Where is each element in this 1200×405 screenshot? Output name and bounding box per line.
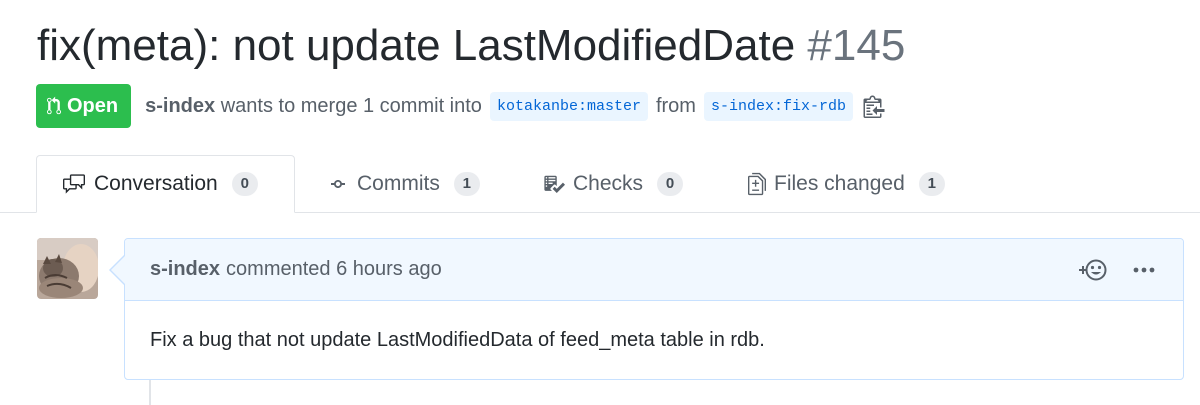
comment-timestamp[interactable]: commented 6 hours ago xyxy=(226,258,442,281)
comment-body: Fix a bug that not update LastModifiedDa… xyxy=(150,329,765,351)
git-pull-request-icon xyxy=(47,96,61,115)
tab-files-changed-label: Files changed xyxy=(774,172,905,195)
tab-files-changed[interactable]: Files changed 1 xyxy=(748,155,945,213)
tab-checks-count: 0 xyxy=(657,172,684,196)
head-branch[interactable]: s-index:fix-rdb xyxy=(703,91,853,121)
kebab-horizontal-icon[interactable] xyxy=(1133,266,1155,274)
tab-conversation[interactable]: Conversation 0 xyxy=(36,155,295,213)
comment-discussion-icon xyxy=(63,174,85,194)
merge-info: s-index wants to merge 1 commit into xyxy=(145,95,482,118)
pr-author-link[interactable]: s-index xyxy=(145,95,215,117)
tab-files-changed-count: 1 xyxy=(918,172,945,196)
checklist-icon xyxy=(544,175,565,193)
avatar[interactable] xyxy=(37,238,98,299)
git-commit-icon xyxy=(331,180,345,188)
pr-meta: Open s-index wants to merge 1 commit int… xyxy=(36,84,885,128)
base-branch[interactable]: kotakanbe:master xyxy=(489,91,648,121)
file-diff-icon xyxy=(748,172,766,196)
tab-commits-label: Commits xyxy=(357,172,440,195)
comment-caret-fill xyxy=(111,255,126,285)
smiley-plus-icon xyxy=(1079,259,1107,281)
comment-actions xyxy=(1077,257,1155,283)
pr-number: #145 xyxy=(807,21,906,70)
pr-tabs: Conversation 0 Commits 1 Checks 0 Files … xyxy=(0,155,1200,213)
merge-text: wants to merge 1 commit into xyxy=(220,94,482,117)
comment-header: s-index commented 6 hours ago xyxy=(109,239,1183,301)
pr-title: fix(meta): not update LastModifiedDate #… xyxy=(37,18,905,74)
add-reaction-button[interactable] xyxy=(1077,257,1107,283)
pr-title-text: fix(meta): not update LastModifiedDate xyxy=(37,21,796,70)
state-badge: Open xyxy=(36,84,132,128)
comment-author-link[interactable]: s-index xyxy=(150,258,220,281)
tab-commits-count: 1 xyxy=(453,172,480,196)
tab-conversation-label: Conversation xyxy=(94,172,218,195)
tab-conversation-count: 0 xyxy=(231,172,258,196)
from-text: from xyxy=(655,94,696,117)
timeline-line xyxy=(149,380,151,405)
comment-box: s-index commented 6 hours ago Fix a bug … xyxy=(109,238,1184,380)
tab-commits[interactable]: Commits 1 xyxy=(327,155,480,213)
state-label: Open xyxy=(67,94,119,117)
tab-checks-label: Checks xyxy=(573,172,644,195)
tab-checks[interactable]: Checks 0 xyxy=(543,155,684,213)
clippy-icon[interactable] xyxy=(863,94,885,118)
